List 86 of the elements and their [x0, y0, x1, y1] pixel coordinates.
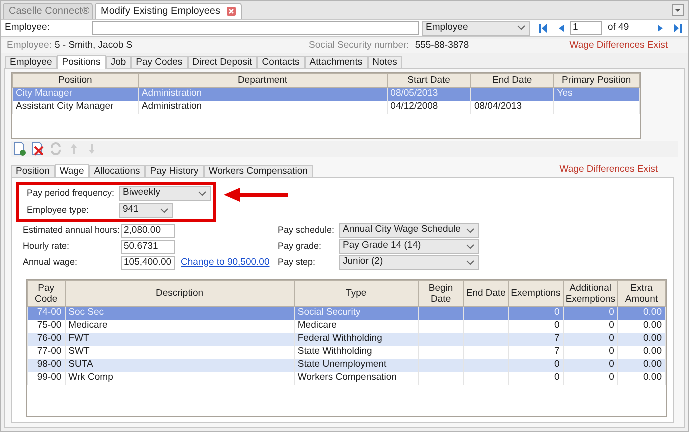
table-cell: Wrk Comp	[65, 372, 294, 384]
last-page-icon[interactable]	[673, 24, 682, 32]
page-field[interactable]: 1	[570, 21, 602, 35]
next-icon[interactable]	[658, 24, 664, 32]
table-row[interactable]: 76-00 FWT Federal Withholding 7 0 0.00	[28, 332, 666, 346]
dropdown-icon[interactable]	[672, 4, 684, 16]
tab[interactable]: Positions	[57, 55, 106, 69]
field-label: Annual wage:	[23, 256, 79, 270]
table-row[interactable]: 75-00 Medicare Medicare 0 0 0.00	[28, 320, 666, 332]
arrow-icon	[224, 188, 288, 202]
warning-text: Wage Differences Exist	[570, 38, 668, 53]
dropdown[interactable]: Annual City Wage Schedule	[339, 223, 479, 238]
field-label: Employee:	[5, 20, 51, 35]
dropdown[interactable]: 941	[119, 203, 173, 218]
input-field[interactable]: 105,400.00	[121, 256, 175, 270]
tab[interactable]: Direct Deposit	[188, 56, 258, 68]
table-row[interactable]: 77-00 SWT State Withholding 7 0 0.00	[28, 346, 666, 358]
table-cell: Workers Compensation	[294, 372, 418, 384]
tab[interactable]: Pay Codes	[131, 56, 188, 68]
tab[interactable]: Wage	[54, 164, 90, 178]
column-header[interactable]: Type	[294, 280, 418, 306]
field-label: Pay schedule:	[278, 224, 336, 237]
change-link[interactable]: Change to 90,500.00	[181, 256, 270, 270]
column-header[interactable]: Exemptions	[508, 280, 564, 306]
caret-icon	[466, 244, 475, 250]
table-cell: 08/04/2013	[470, 100, 554, 114]
field-label: Employee type:	[27, 204, 90, 217]
table-row[interactable]: 99-00 Wrk Comp Workers Compensation 0 0 0.00	[28, 372, 666, 384]
ssn-value: 555-88-3878	[415, 38, 470, 53]
tab[interactable]: Contacts	[257, 56, 305, 68]
new-document-icon[interactable]	[13, 142, 27, 156]
table-cell: 0.00	[618, 372, 666, 384]
caret-icon	[198, 190, 207, 196]
column-header[interactable]: Pay Code	[28, 280, 66, 306]
column-header[interactable]: Position	[12, 74, 138, 88]
tab[interactable]: Attachments	[304, 56, 368, 68]
column-header[interactable]: Extra Amount	[618, 280, 666, 306]
input-field[interactable]: 50.6731	[121, 240, 175, 254]
caret-icon	[517, 25, 526, 31]
field-label: Employee:	[7, 38, 53, 53]
column-header[interactable]: Additional Exemptions	[563, 280, 618, 306]
employee-name: 5 - Smith, Jacob S	[55, 38, 134, 53]
column-header[interactable]: Primary Position	[554, 74, 640, 88]
caret-icon	[466, 228, 475, 234]
tab[interactable]: Workers Compensation	[204, 165, 313, 177]
tab[interactable]: Notes	[368, 56, 402, 68]
window-tab[interactable]: Modify Existing Employees	[95, 3, 242, 19]
column-header[interactable]: Start Date	[387, 74, 471, 88]
field-label: Hourly rate:	[23, 240, 71, 254]
column-header[interactable]: End Date	[470, 74, 554, 88]
column-header[interactable]: End Date	[464, 280, 509, 306]
tab[interactable]: Allocations	[89, 165, 146, 177]
tab[interactable]: Pay History	[145, 165, 204, 177]
table-cell: 0	[563, 372, 618, 384]
delete-document-icon[interactable]	[31, 142, 45, 156]
column-header[interactable]: Description	[65, 280, 294, 306]
dropdown[interactable]: Pay Grade 14 (14)	[339, 239, 479, 254]
field-label: Pay grade:	[278, 240, 323, 253]
tab[interactable]: Employee	[5, 56, 58, 68]
table-cell: 0	[508, 372, 564, 384]
caret-icon	[466, 260, 475, 266]
table-cell: 04/12/2008	[387, 100, 471, 114]
table-row[interactable]: 98-00 SUTA State Unemployment 0 0 0.00	[28, 358, 666, 372]
caret-icon	[160, 208, 169, 214]
tab[interactable]: Job	[106, 56, 132, 68]
first-page-icon[interactable]	[539, 24, 548, 32]
dropdown[interactable]: Biweekly	[119, 186, 211, 201]
page-count: of 49	[608, 20, 630, 35]
dropdown[interactable]: Junior (2)	[339, 255, 479, 270]
table-cell: Assistant City Manager	[12, 100, 138, 114]
close-icon[interactable]	[226, 7, 236, 16]
column-header[interactable]: Begin Date	[418, 280, 464, 306]
field-label: Pay period frequency:	[27, 186, 116, 200]
field-label: Estimated annual hours:	[23, 224, 121, 238]
table-cell: Administration	[138, 100, 388, 114]
warning-text: Wage Differences Exist	[560, 162, 658, 177]
tab[interactable]: Position	[11, 165, 55, 177]
table-row[interactable]: Assistant City Manager Administration 04/12/2008 08/04/2013	[12, 100, 640, 114]
search-field[interactable]	[92, 21, 419, 35]
field-label: Social Security number:	[309, 38, 410, 53]
table-cell: 99-00	[28, 372, 66, 384]
dropdown[interactable]: Employee	[422, 20, 530, 36]
previous-icon[interactable]	[558, 24, 564, 32]
field-label: Pay step:	[278, 256, 317, 269]
column-header[interactable]: Department	[138, 74, 388, 88]
input-field[interactable]: 2,080.00	[121, 224, 175, 238]
